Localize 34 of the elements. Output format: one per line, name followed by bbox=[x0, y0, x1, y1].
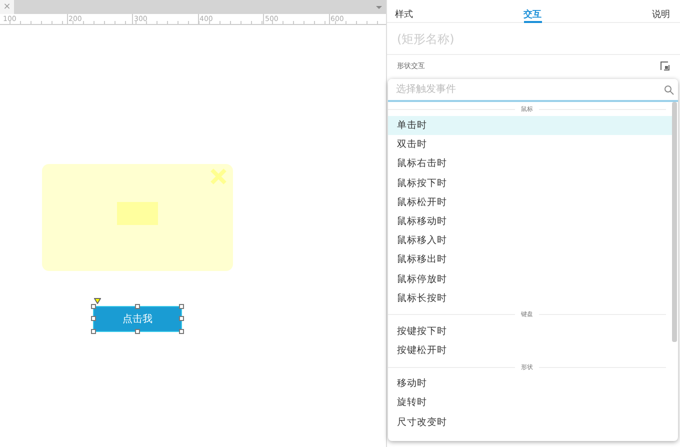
event-option[interactable]: 鼠标长按时 bbox=[388, 288, 672, 308]
marker-icon bbox=[94, 298, 101, 304]
resize-handle[interactable] bbox=[91, 329, 96, 334]
event-option[interactable]: 按键松开时 bbox=[388, 341, 672, 360]
close-icon bbox=[210, 168, 227, 185]
event-option[interactable]: 鼠标移入时 bbox=[388, 231, 672, 250]
resize-handle[interactable] bbox=[91, 316, 96, 321]
panel-tab[interactable]: 说明 bbox=[652, 8, 670, 23]
panel-tab[interactable]: 样式 bbox=[395, 8, 413, 23]
event-option[interactable]: 鼠标移动时 bbox=[388, 212, 672, 232]
resize-handle[interactable] bbox=[179, 329, 184, 334]
event-option[interactable]: 单击时 bbox=[388, 116, 672, 136]
event-option[interactable]: 移动时 bbox=[388, 374, 672, 394]
resize-handle[interactable] bbox=[179, 304, 184, 309]
event-option[interactable]: 尺寸改变时 bbox=[388, 412, 672, 432]
event-option[interactable]: 按键按下时 bbox=[388, 322, 672, 342]
search-field[interactable]: 选择触发事件 bbox=[388, 79, 678, 102]
resize-handle[interactable] bbox=[91, 304, 96, 309]
inner-rectangle bbox=[117, 202, 158, 225]
dropdown-arrow-icon[interactable] bbox=[375, 3, 383, 11]
search-icon[interactable] bbox=[664, 85, 674, 95]
panel-tab[interactable]: 交互 bbox=[524, 8, 542, 23]
resize-handle[interactable] bbox=[135, 329, 140, 334]
scrollbar[interactable] bbox=[672, 102, 677, 342]
event-option[interactable]: 旋转时 bbox=[388, 393, 672, 413]
resize-handle[interactable] bbox=[135, 304, 140, 309]
event-option[interactable]: 鼠标松开时 bbox=[388, 192, 672, 212]
frame-icon[interactable] bbox=[660, 61, 670, 71]
event-option[interactable]: 双击时 bbox=[388, 135, 672, 154]
event-option[interactable]: 鼠标停放时 bbox=[388, 270, 672, 289]
resize-handle[interactable] bbox=[179, 316, 184, 321]
event-option[interactable]: 鼠标移出时 bbox=[388, 250, 672, 270]
event-option[interactable]: 鼠标右击时 bbox=[388, 154, 672, 174]
event-option[interactable]: 鼠标按下时 bbox=[388, 174, 672, 193]
